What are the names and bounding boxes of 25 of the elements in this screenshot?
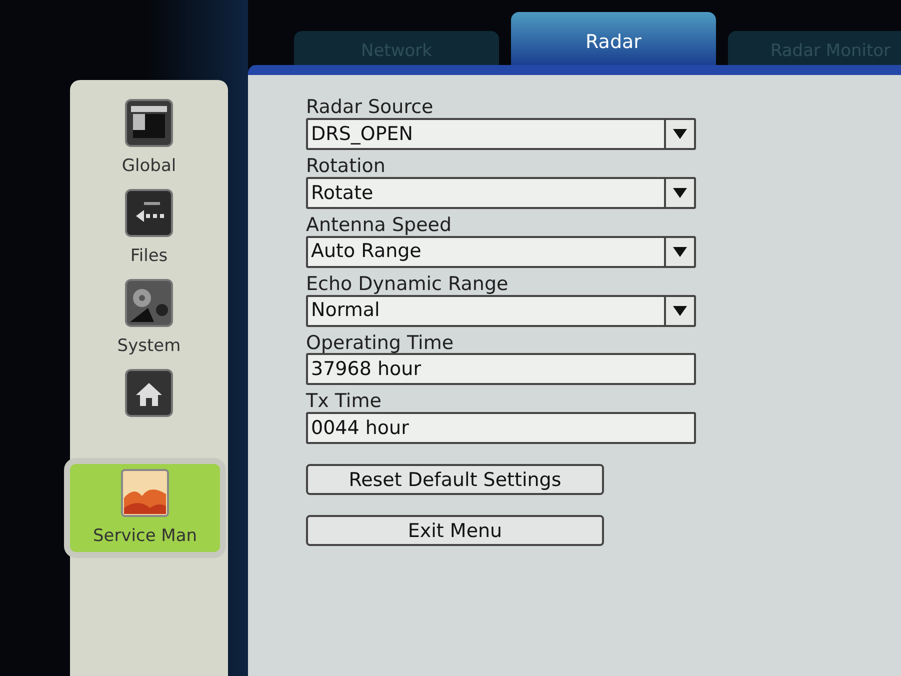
home-icon [124, 368, 174, 418]
dropdown[interactable]: DRS_OPEN [306, 118, 696, 150]
dropdown[interactable]: Auto Range [306, 236, 696, 268]
menu-button[interactable]: Exit Menu [306, 515, 604, 546]
menu-button[interactable]: Reset Default Settings [306, 464, 604, 496]
sidebar-item[interactable]: Files [70, 182, 228, 272]
flame-icon [120, 468, 170, 518]
dropdown[interactable]: Normal [306, 294, 696, 327]
sidebar-item[interactable]: System [70, 272, 228, 362]
tab[interactable]: Radar [511, 12, 716, 65]
caret-icon [672, 128, 688, 140]
sidebar-item[interactable]: Service Man [64, 458, 226, 558]
field-label: Radar Source [306, 97, 434, 118]
text-field[interactable]: 37968 hour [306, 353, 696, 386]
sidebar-item[interactable]: Global [70, 92, 228, 182]
field-label: Echo Dynamic Range [306, 274, 510, 295]
caret-icon [672, 186, 688, 199]
caret-icon [672, 304, 688, 317]
text-field[interactable]: 0044 hour [306, 412, 696, 444]
dropdown[interactable]: Rotate [306, 176, 696, 209]
field-label: Antenna Speed [306, 214, 453, 236]
field-label: Rotation [306, 156, 386, 177]
caret-icon [672, 246, 688, 258]
field-label: Tx Time [306, 391, 382, 412]
field-label: Operating Time [306, 332, 455, 354]
